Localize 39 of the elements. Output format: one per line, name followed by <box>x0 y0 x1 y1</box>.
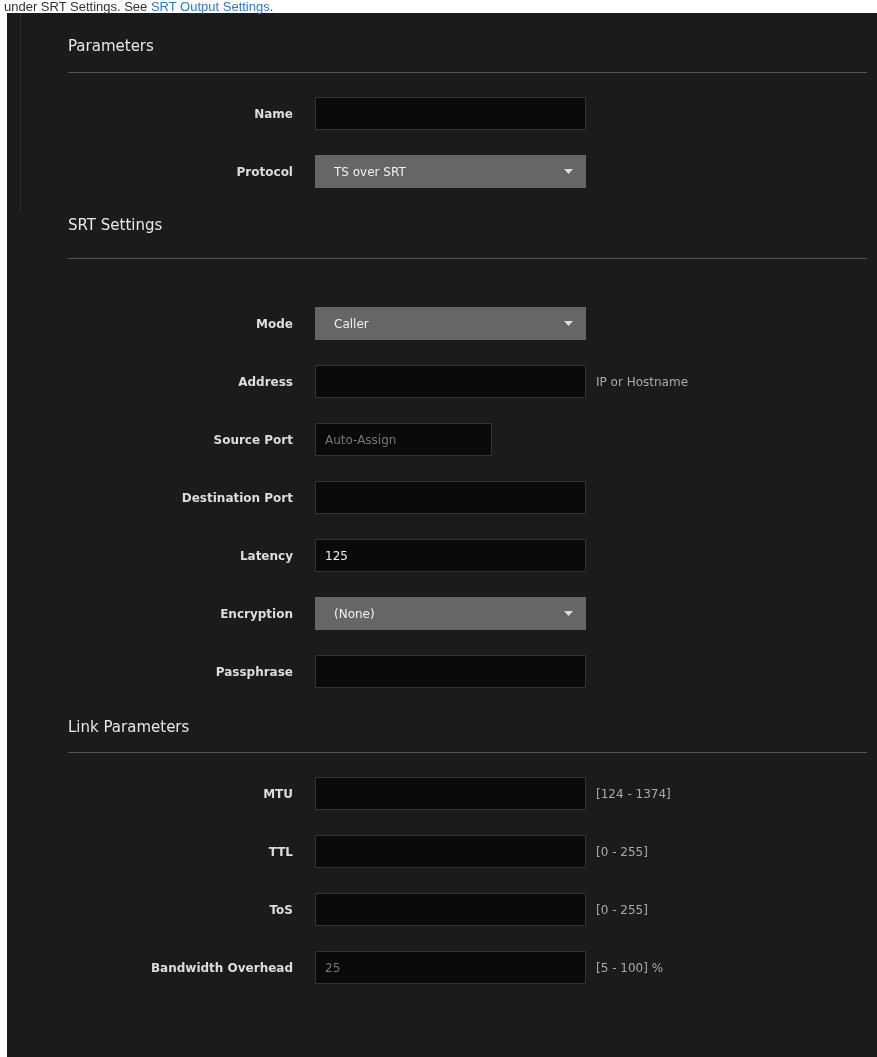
section-heading: Parameters <box>68 13 867 73</box>
field-hint: IP or Hostname <box>596 374 689 389</box>
dropdown[interactable]: TS over SRT <box>315 155 586 188</box>
input-field[interactable]: 125 <box>315 539 586 572</box>
field-hint: [5 - 100] % <box>596 960 664 975</box>
field-label: Mode <box>255 316 293 331</box>
input-field[interactable] <box>315 365 586 398</box>
input-field[interactable] <box>315 893 586 926</box>
field-label: Destination Port <box>180 490 293 505</box>
field-label: Protocol <box>235 164 293 179</box>
caret-icon <box>564 169 573 174</box>
field-label: Name <box>253 106 293 121</box>
field-hint: [0 - 255] <box>596 844 648 859</box>
input-field[interactable] <box>315 777 586 810</box>
field-label: Source Port <box>212 432 293 447</box>
caret-icon <box>564 321 573 326</box>
caret-icon <box>564 611 573 616</box>
input-field[interactable] <box>315 97 586 130</box>
field-hint: [124 - 1374] <box>596 786 671 801</box>
output-settings-link[interactable]: SRT Output Settings <box>150 0 270 14</box>
input-field[interactable] <box>315 835 586 868</box>
input-field[interactable] <box>315 655 586 688</box>
intro-text: under SRT Settings. See SRT Output Settings. <box>3 0 275 13</box>
input-field[interactable]: Auto-Assign <box>315 423 492 456</box>
input-field[interactable] <box>315 481 586 514</box>
dropdown[interactable]: (None) <box>315 597 586 630</box>
section-heading: SRT Settings <box>68 188 867 259</box>
input-field[interactable]: 25 <box>315 951 586 984</box>
field-label: TTL <box>267 844 293 859</box>
field-label: Bandwidth Overhead <box>149 960 293 975</box>
field-hint: [0 - 255] <box>596 902 648 917</box>
field-label: Address <box>237 374 293 389</box>
field-label: ToS <box>268 902 293 917</box>
dropdown[interactable]: Caller <box>315 307 586 340</box>
field-label: Passphrase <box>214 664 293 679</box>
field-label: Latency <box>238 548 293 563</box>
field-label: MTU <box>262 786 293 801</box>
section-heading: Link Parameters <box>68 688 867 753</box>
field-label: Encryption <box>219 606 293 621</box>
